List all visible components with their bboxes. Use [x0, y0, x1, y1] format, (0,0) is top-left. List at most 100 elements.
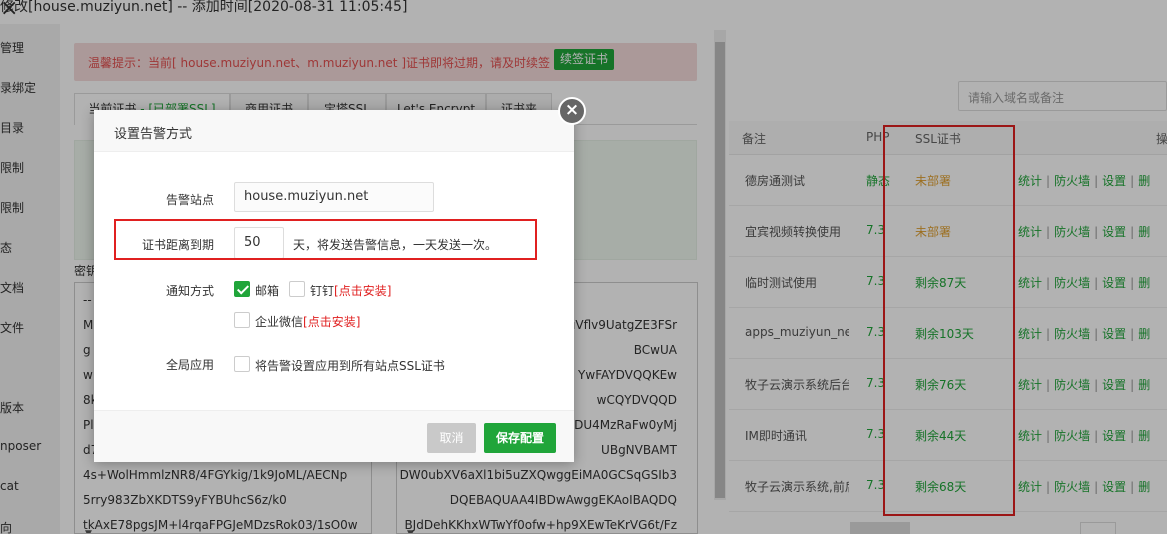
action-link[interactable]: 删	[1138, 174, 1150, 188]
php-version[interactable]: 7.3	[866, 376, 885, 390]
separator: |	[1094, 378, 1099, 392]
action-link[interactable]: 防火墙	[1054, 429, 1090, 443]
action-link[interactable]: 删	[1138, 276, 1150, 290]
action-link[interactable]: 防火墙	[1054, 378, 1090, 392]
action-link[interactable]: 统计	[1018, 276, 1042, 290]
row-actions: 统计 | 防火墙 | 设置 | 删	[1018, 172, 1150, 189]
separator: |	[1046, 327, 1051, 341]
dialog-close-icon[interactable]: ×	[558, 97, 586, 125]
table-row: IM即时通讯 7.3 剩余44天 统计 | 防火墙 | 设置 | 删	[728, 410, 1167, 461]
sidebar-item[interactable]: cat	[0, 479, 19, 493]
header-ssl: SSL证书	[915, 132, 961, 146]
sidebar-item[interactable]: 限制	[0, 159, 24, 176]
action-link[interactable]: 防火墙	[1054, 327, 1090, 341]
dialog-title-bar: 设置告警方式	[94, 110, 574, 152]
action-link[interactable]: 删	[1138, 378, 1150, 392]
ssl-status[interactable]: 剩余103天	[915, 325, 974, 342]
separator: |	[1094, 276, 1099, 290]
action-link[interactable]: 防火墙	[1054, 225, 1090, 239]
days-hint: 天，将发送告警信息，一天发送一次。	[293, 238, 498, 252]
ssl-status[interactable]: 剩余44天	[915, 427, 966, 444]
ssl-status[interactable]: 剩余68天	[915, 478, 966, 495]
action-link[interactable]: 删	[1138, 327, 1150, 341]
sidebar-item[interactable]: 版本	[0, 399, 24, 416]
email-checkbox[interactable]	[234, 281, 250, 297]
row-actions: 统计 | 防火墙 | 设置 | 删	[1018, 376, 1150, 393]
modal-scrollbar[interactable]	[714, 30, 726, 500]
save-config-button[interactable]: 保存配置	[484, 423, 556, 453]
sidebar-item[interactable]: 目录	[0, 119, 24, 136]
dingtalk-checkbox[interactable]	[289, 281, 305, 297]
renew-cert-button[interactable]: 续签证书	[554, 49, 614, 70]
php-version[interactable]: 7.3	[866, 223, 885, 237]
days-label: 证书距离到期	[141, 238, 214, 252]
action-link[interactable]: 删	[1138, 225, 1150, 239]
wecom-install-link[interactable]: [点击安装]	[303, 315, 360, 329]
action-link[interactable]: 设置	[1102, 174, 1126, 188]
php-version[interactable]: 静态	[866, 172, 890, 189]
action-link[interactable]: 统计	[1018, 327, 1042, 341]
cert-line: YwFAYDVQQKEw	[578, 368, 677, 382]
sidebar-item[interactable]: 限制	[0, 199, 24, 216]
action-link[interactable]: 防火墙	[1054, 480, 1090, 494]
separator: |	[1130, 429, 1135, 443]
site-note: IM即时通讯	[745, 429, 807, 443]
global-label: 全局应用	[165, 358, 214, 372]
php-version[interactable]: 7.3	[866, 427, 885, 441]
action-link[interactable]: 设置	[1102, 429, 1126, 443]
ssl-status[interactable]: 剩余87天	[915, 274, 966, 291]
action-link[interactable]: 删	[1138, 429, 1150, 443]
action-link[interactable]: 设置	[1102, 327, 1126, 341]
action-link[interactable]: 删	[1138, 480, 1150, 494]
php-version[interactable]: 7.3	[866, 478, 885, 492]
action-link[interactable]: 设置	[1102, 480, 1126, 494]
sidebar-item[interactable]: nposer	[0, 439, 41, 453]
sidebar-item[interactable]: 文档	[0, 279, 24, 296]
dingtalk-install-link[interactable]: [点击安装]	[334, 284, 391, 298]
separator: |	[1094, 327, 1099, 341]
cert-line: g	[83, 343, 91, 357]
separator: |	[1130, 378, 1135, 392]
email-label: 邮箱	[255, 284, 280, 298]
action-link[interactable]: 设置	[1102, 225, 1126, 239]
ssl-status[interactable]: 剩余76天	[915, 376, 966, 393]
ssl-status[interactable]: 未部署	[915, 223, 951, 240]
php-version[interactable]: 7.3	[866, 274, 885, 288]
sidebar-item[interactable]: 文件	[0, 319, 24, 336]
cert-line: 4s+WolHmmlzNR8/4FGYkig/1k9JoML/AECNp	[83, 468, 348, 482]
notify-label: 通知方式	[165, 284, 214, 298]
separator: |	[1130, 327, 1135, 341]
table-row: 德房通测试 静态 未部署 统计 | 防火墙 | 设置 | 删	[728, 155, 1167, 206]
action-link[interactable]: 统计	[1018, 174, 1042, 188]
sidebar-item[interactable]: 态	[0, 239, 12, 256]
pagination[interactable]	[850, 522, 910, 534]
action-link[interactable]: 统计	[1018, 225, 1042, 239]
row-actions: 统计 | 防火墙 | 设置 | 删	[1018, 427, 1150, 444]
action-link[interactable]: 防火墙	[1054, 174, 1090, 188]
ssl-status[interactable]: 未部署	[915, 172, 951, 189]
separator: |	[1094, 429, 1099, 443]
cert-line: DQEBAQUAA4IBDwAwggEKAoIBAQDQ	[449, 493, 677, 507]
days-field[interactable]: 50	[234, 227, 284, 259]
action-link[interactable]: 统计	[1018, 429, 1042, 443]
wecom-checkbox[interactable]	[234, 312, 250, 328]
search-input[interactable]: 请输入域名或备注	[958, 81, 1167, 111]
scroll-thumb[interactable]	[715, 42, 725, 498]
cancel-button[interactable]: 取消	[427, 423, 476, 453]
cert-line: UBgNVBAMT	[601, 443, 677, 457]
site-note: 德房通测试	[745, 174, 806, 188]
sidebar-item[interactable]: 录绑定	[0, 79, 36, 96]
action-link[interactable]: 设置	[1102, 276, 1126, 290]
sidebar-item[interactable]: 管理	[0, 39, 24, 56]
action-link[interactable]: 防火墙	[1054, 276, 1090, 290]
global-checkbox[interactable]	[234, 356, 250, 372]
action-link[interactable]: 统计	[1018, 378, 1042, 392]
action-link[interactable]: 统计	[1018, 480, 1042, 494]
site-field[interactable]: house.muziyun.net	[234, 182, 434, 212]
page-jump-input[interactable]	[1080, 522, 1116, 534]
sidebar-item[interactable]: 向	[0, 519, 12, 534]
action-link[interactable]: 设置	[1102, 378, 1126, 392]
header-ops: 操	[1156, 132, 1167, 146]
close-icon[interactable]: ×	[0, 0, 18, 21]
php-version[interactable]: 7.3	[866, 325, 885, 339]
